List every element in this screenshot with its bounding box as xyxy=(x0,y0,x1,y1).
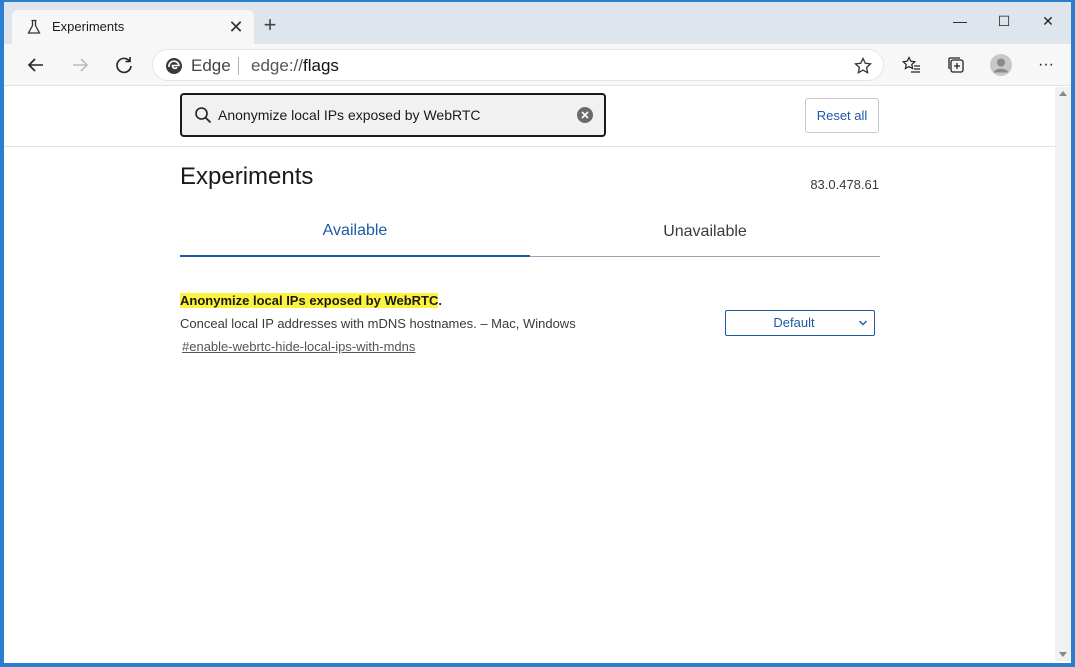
search-input[interactable] xyxy=(218,103,568,127)
version-label: 83.0.478.61 xyxy=(810,177,879,192)
forward-arrow-icon xyxy=(73,58,89,72)
tab-title: Experiments xyxy=(52,19,125,34)
collections-button[interactable] xyxy=(944,53,968,77)
favorites-icon xyxy=(902,56,920,73)
avatar-icon xyxy=(990,54,1012,76)
refresh-icon xyxy=(116,57,132,74)
refresh-button[interactable] xyxy=(110,51,138,79)
flag-permalink[interactable]: #enable-webrtc-hide-local-ips-with-mdns xyxy=(182,339,415,354)
vertical-scrollbar[interactable] xyxy=(1055,87,1071,661)
header-divider xyxy=(4,146,1055,147)
flag-select-value: Default xyxy=(773,315,815,330)
address-separator xyxy=(238,57,239,75)
clear-search-icon[interactable] xyxy=(576,106,594,124)
reset-all-button[interactable]: Reset all xyxy=(805,98,879,133)
browser-tab-experiments[interactable]: Experiments ✕ xyxy=(12,10,254,44)
flag-name: Anonymize local IPs exposed by WebRTC. xyxy=(180,293,442,308)
maximize-button[interactable]: ☐ xyxy=(982,8,1026,34)
flask-icon xyxy=(27,19,41,34)
profile-button[interactable] xyxy=(989,53,1013,77)
new-tab-button[interactable]: + xyxy=(258,14,282,38)
title-bar: Experiments ✕ + — ☐ ✕ xyxy=(4,2,1071,44)
address-url: edge://flags xyxy=(251,56,339,75)
back-button[interactable] xyxy=(22,51,50,79)
scroll-up-arrow-icon[interactable] xyxy=(1059,91,1067,96)
address-brand: Edge xyxy=(191,56,231,75)
favorites-button[interactable] xyxy=(900,53,924,77)
more-menu-button[interactable]: ··· xyxy=(1034,53,1058,77)
forward-button[interactable] xyxy=(66,51,94,79)
chevron-down-icon xyxy=(859,320,867,326)
flag-name-highlight: Anonymize local IPs exposed by WebRTC xyxy=(180,293,439,308)
page-title: Experiments xyxy=(180,163,314,190)
edge-logo-icon xyxy=(166,58,182,74)
tab-available[interactable]: Available xyxy=(180,213,530,257)
minimize-button[interactable]: — xyxy=(938,8,982,34)
collections-icon xyxy=(948,57,964,73)
tab-close-icon[interactable]: ✕ xyxy=(226,17,246,37)
search-box[interactable] xyxy=(180,93,606,137)
scroll-down-arrow-icon[interactable] xyxy=(1059,652,1067,657)
search-icon xyxy=(195,107,212,124)
flag-state-select[interactable]: Default xyxy=(725,310,875,336)
back-arrow-icon xyxy=(27,58,43,72)
flags-page: Reset all Experiments 83.0.478.61 Availa… xyxy=(4,87,1055,661)
browser-window: Experiments ✕ + — ☐ ✕ Edge edge://flags … xyxy=(0,0,1075,667)
browser-toolbar: Edge edge://flags ··· xyxy=(4,44,1071,86)
address-bar[interactable]: Edge edge://flags xyxy=(152,49,884,81)
add-favorite-star-icon[interactable] xyxy=(853,56,873,76)
close-window-button[interactable]: ✕ xyxy=(1026,8,1070,34)
tab-unavailable[interactable]: Unavailable xyxy=(530,213,880,257)
